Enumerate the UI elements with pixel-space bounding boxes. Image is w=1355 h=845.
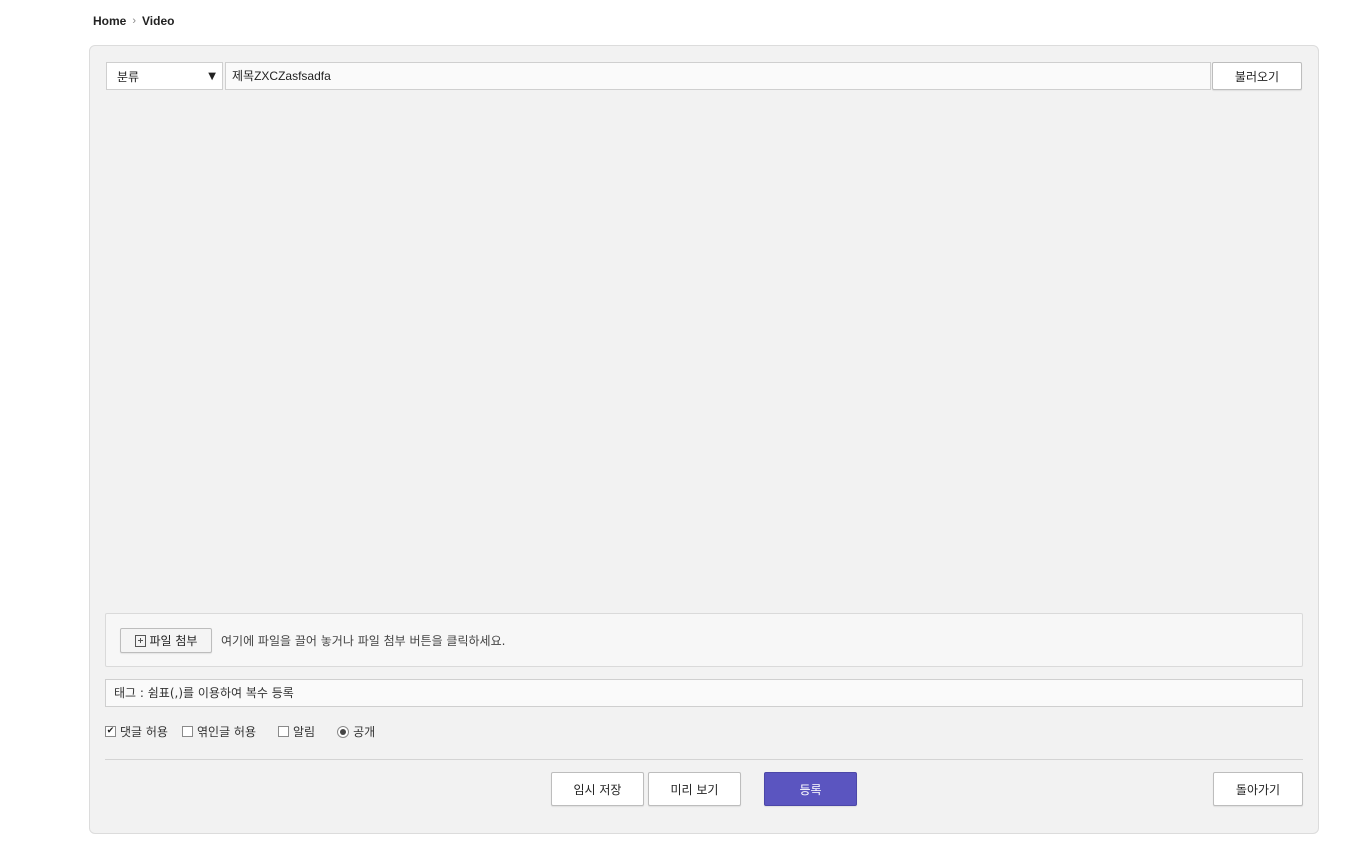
public-radio[interactable]	[337, 725, 350, 738]
breadcrumb-current[interactable]: Video	[142, 14, 174, 28]
drop-hint-text: 여기에 파일을 끌어 놓거나 파일 첨부 버튼을 클릭하세요.	[221, 634, 506, 648]
allow-comments-label: 댓글 허용	[120, 725, 168, 739]
category-select-value: 분류	[117, 69, 140, 84]
load-button[interactable]: 불러오기	[1212, 62, 1302, 90]
post-options: ✔ 댓글 허용 엮인글 허용 알림 공개	[105, 723, 389, 740]
category-select[interactable]: 분류 ▼	[106, 62, 223, 90]
temp-save-button[interactable]: 임시 저장	[551, 772, 644, 806]
divider	[105, 759, 1303, 760]
preview-button[interactable]: 미리 보기	[648, 772, 741, 806]
attach-file-button[interactable]: 파일 첨부	[120, 628, 212, 653]
notify-option[interactable]: 알림	[278, 723, 315, 740]
radio-selected-dot	[340, 728, 347, 735]
allow-trackback-label: 엮인글 허용	[196, 725, 256, 739]
file-add-icon	[134, 634, 146, 647]
allow-trackback-checkbox[interactable]	[181, 726, 193, 737]
breadcrumb-chevron-icon: ›	[132, 15, 137, 27]
allow-trackback-option[interactable]: 엮인글 허용	[181, 723, 256, 740]
tag-input[interactable]: 태그 : 쉼표(,)를 이용하여 복수 등록	[105, 679, 1303, 707]
public-option[interactable]: 공개	[337, 723, 375, 740]
public-label: 공개	[353, 725, 376, 739]
back-button[interactable]: 돌아가기	[1213, 772, 1303, 806]
allow-comments-option[interactable]: ✔ 댓글 허용	[105, 723, 168, 740]
title-input[interactable]: 제목ZXCZasfsadfa	[225, 62, 1211, 90]
dropdown-caret-icon: ▼	[208, 70, 216, 82]
notify-label: 알림	[293, 725, 316, 739]
file-drop-zone[interactable]: 파일 첨부 여기에 파일을 끌어 놓거나 파일 첨부 버튼을 클릭하세요.	[105, 613, 1303, 667]
write-form-panel: 분류 ▼ 제목ZXCZasfsadfa 불러오기 파일 첨부 여기에 파일을 끌…	[89, 45, 1319, 834]
submit-button[interactable]: 등록	[764, 772, 857, 806]
attach-file-label: 파일 첨부	[149, 634, 198, 648]
breadcrumb-home[interactable]: Home	[93, 14, 126, 28]
notify-checkbox[interactable]	[278, 726, 289, 737]
breadcrumb: Home › Video	[93, 14, 174, 28]
content-editor[interactable]	[106, 100, 1302, 610]
allow-comments-checkbox[interactable]: ✔	[105, 726, 116, 737]
